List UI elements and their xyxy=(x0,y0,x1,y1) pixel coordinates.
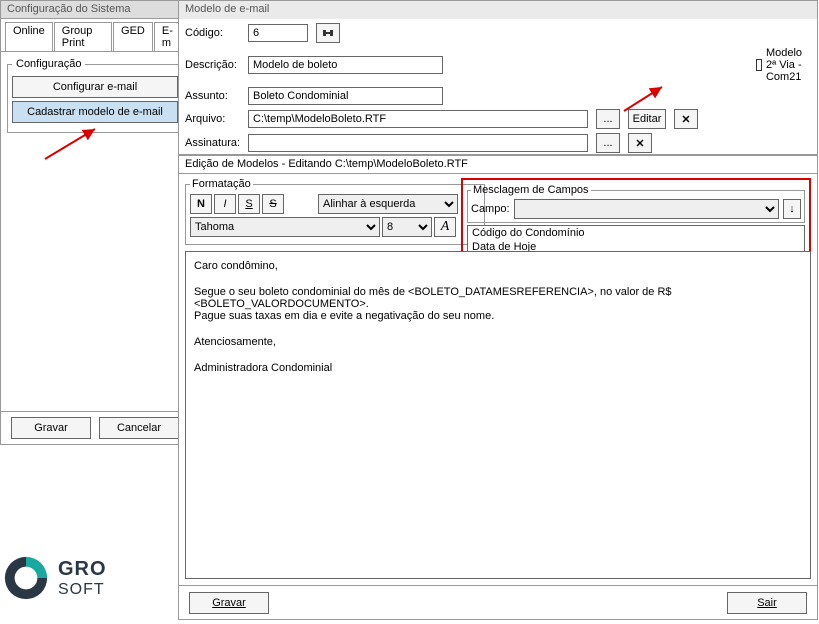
editor-gravar-button[interactable]: Gravar xyxy=(189,592,269,614)
assinatura-browse-button[interactable]: ... xyxy=(596,133,620,153)
search-icon-button[interactable] xyxy=(316,23,340,43)
bold-button[interactable]: N xyxy=(190,194,212,214)
assinatura-close-button[interactable]: ✕ xyxy=(628,133,652,153)
logo-icon xyxy=(0,552,52,604)
tab-ged[interactable]: GED xyxy=(113,22,153,51)
tab-online[interactable]: Online xyxy=(5,22,53,51)
insert-field-button[interactable]: ↓ xyxy=(783,199,801,219)
config-gravar-button[interactable]: Gravar xyxy=(11,417,91,439)
underline-button[interactable]: S xyxy=(238,194,260,214)
body-line: Administradora Condominial xyxy=(194,362,802,374)
size-select[interactable]: 8 xyxy=(382,217,432,237)
segunda-via-label: Modelo 2ª Via - Com21 xyxy=(766,47,811,83)
editor-title: Edição de Modelos - Editando C:\temp\Mod… xyxy=(179,156,817,174)
config-tabs: Online Group Print GED E-m xyxy=(1,19,189,52)
campo-select[interactable] xyxy=(514,199,779,219)
editor-sair-button[interactable]: Sair xyxy=(727,592,807,614)
editar-button[interactable]: Editar xyxy=(628,109,666,129)
font-select[interactable]: Tahoma xyxy=(190,217,380,237)
assunto-label: Assunto: xyxy=(185,90,240,102)
field-item[interactable]: Código do Condomínio xyxy=(468,226,804,240)
body-line: Pague suas taxas em dia e evite a negati… xyxy=(194,310,802,322)
config-cancelar-button[interactable]: Cancelar xyxy=(99,417,179,439)
merge-fieldset: Mesclagem de Campos Campo: ↓ xyxy=(467,184,805,223)
checkbox-icon xyxy=(756,59,762,71)
arquivo-label: Arquivo: xyxy=(185,113,240,125)
campo-label: Campo: xyxy=(471,203,510,215)
logo-line1: GRO xyxy=(58,558,107,581)
font-style-button[interactable]: A xyxy=(434,217,456,237)
body-line: Segue o seu boleto condominial do mês de… xyxy=(194,286,802,310)
assinatura-label: Assinatura: xyxy=(185,137,240,149)
close-icon: ✕ xyxy=(681,113,690,126)
codigo-input[interactable] xyxy=(248,24,308,42)
editor-window: Edição de Modelos - Editando C:\temp\Mod… xyxy=(178,155,818,620)
email-model-window: Modelo de e-mail Código: Descrição: Mode… xyxy=(178,0,818,155)
config-bottom-bar: Gravar Cancelar xyxy=(1,411,189,444)
descricao-label: Descrição: xyxy=(185,59,240,71)
body-line: Caro condômino, xyxy=(194,260,802,272)
config-fieldset: Configuração Configurar e-mail Cadastrar… xyxy=(7,58,183,133)
editor-textarea[interactable]: Caro condômino, Segue o seu boleto condo… xyxy=(185,251,811,579)
italic-button[interactable]: I xyxy=(214,194,236,214)
body-line: Atenciosamente, xyxy=(194,336,802,348)
descricao-input[interactable] xyxy=(248,56,443,74)
assunto-input[interactable] xyxy=(248,87,443,105)
arquivo-browse-button[interactable]: ... xyxy=(596,109,620,129)
brand-logo: GRO SOFT xyxy=(0,552,178,604)
segunda-via-checkbox[interactable]: Modelo 2ª Via - Com21 xyxy=(756,47,811,83)
config-legend: Configuração xyxy=(12,58,85,70)
arquivo-close-button[interactable]: ✕ xyxy=(674,109,698,129)
config-window: Configuração do Sistema Online Group Pri… xyxy=(0,0,190,445)
configurar-email-button[interactable]: Configurar e-mail xyxy=(12,76,178,98)
model-title: Modelo de e-mail xyxy=(179,1,817,19)
format-fieldset: Formatação N I S S Alinhar à esquerda Ta… xyxy=(185,178,485,245)
codigo-label: Código: xyxy=(185,27,240,39)
close-icon: ✕ xyxy=(635,137,644,150)
align-select[interactable]: Alinhar à esquerda xyxy=(318,194,458,214)
binoculars-icon xyxy=(321,26,335,40)
config-title: Configuração do Sistema xyxy=(1,1,189,19)
tab-group-print[interactable]: Group Print xyxy=(54,22,112,51)
logo-line2: SOFT xyxy=(58,581,105,598)
arquivo-input[interactable] xyxy=(248,110,588,128)
strike-button[interactable]: S xyxy=(262,194,284,214)
format-legend: Formatação xyxy=(190,178,253,190)
cadastrar-modelo-button[interactable]: Cadastrar modelo de e-mail xyxy=(12,101,178,123)
assinatura-input[interactable] xyxy=(248,134,588,152)
editor-bottom-bar: Gravar Sair xyxy=(179,585,817,619)
merge-legend: Mesclagem de Campos xyxy=(471,184,591,196)
